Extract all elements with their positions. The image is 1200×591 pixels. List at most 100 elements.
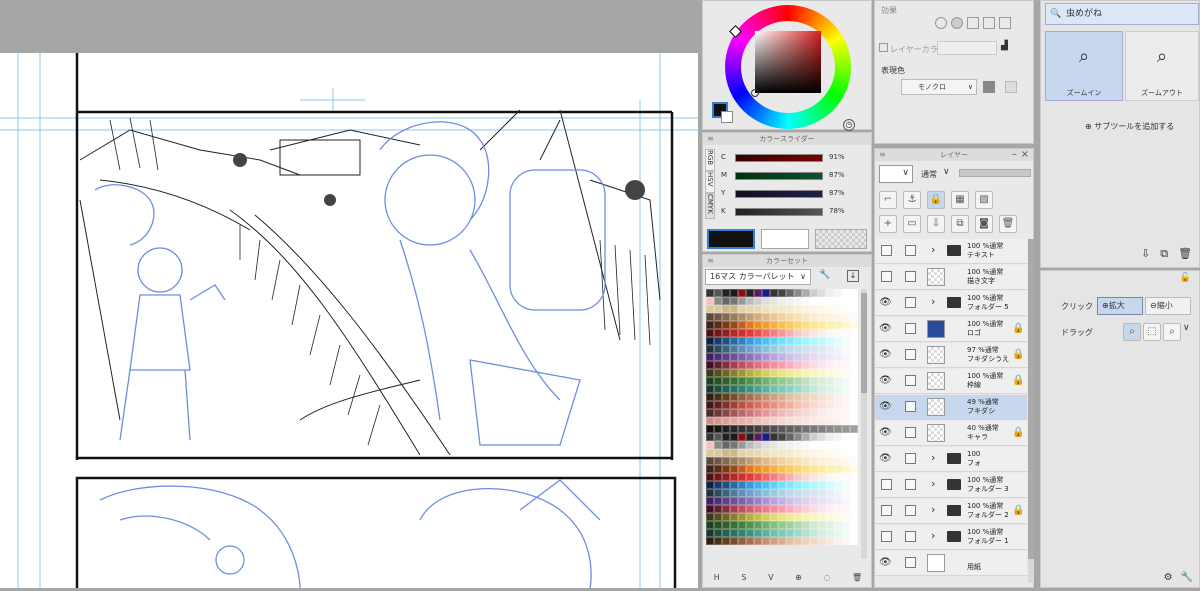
color-swatch[interactable] — [706, 377, 714, 385]
color-swatch[interactable] — [802, 409, 810, 417]
layer-color-checkbox[interactable] — [879, 43, 888, 52]
color-swatch[interactable] — [826, 457, 834, 465]
layer-row[interactable]: › 100 %通常 テキスト — [875, 239, 1027, 264]
color-swatch[interactable] — [794, 513, 802, 521]
color-swatch[interactable] — [842, 361, 850, 369]
color-swatch[interactable] — [794, 417, 802, 425]
history-icon[interactable]: ◷ — [843, 119, 855, 131]
color-swatch[interactable] — [834, 537, 842, 545]
color-swatch[interactable] — [850, 409, 858, 417]
color-swatch[interactable] — [818, 521, 826, 529]
color-swatch[interactable] — [786, 537, 794, 545]
color-swatch[interactable] — [762, 345, 770, 353]
color-swatch[interactable] — [746, 497, 754, 505]
color-swatch[interactable] — [754, 393, 762, 401]
color-swatch[interactable] — [738, 489, 746, 497]
slider-k-value[interactable]: 78% — [829, 207, 845, 215]
paint-bucket-icon[interactable]: ▟ — [1001, 41, 1021, 55]
color-swatch[interactable] — [786, 449, 794, 457]
color-swatch[interactable] — [842, 377, 850, 385]
new-layer-icon[interactable]: + — [879, 215, 897, 233]
color-swatch[interactable] — [786, 401, 794, 409]
color-swatch[interactable] — [770, 313, 778, 321]
color-swatch[interactable] — [850, 377, 858, 385]
visibility-checkbox[interactable] — [881, 531, 892, 542]
color-swatch[interactable] — [850, 473, 858, 481]
slider-y-value[interactable]: 87% — [829, 189, 845, 197]
color-swatch[interactable] — [826, 441, 834, 449]
color-swatch[interactable] — [834, 345, 842, 353]
color-swatch[interactable] — [842, 385, 850, 393]
palette-scrollbar[interactable] — [861, 289, 867, 559]
color-swatch[interactable] — [850, 513, 858, 521]
color-swatch[interactable] — [722, 505, 730, 513]
color-swatch[interactable] — [794, 505, 802, 513]
color-swatch[interactable] — [842, 329, 850, 337]
layer-name[interactable]: キャラ — [967, 433, 988, 442]
color-swatch[interactable] — [842, 401, 850, 409]
color-swatch[interactable] — [786, 337, 794, 345]
color-swatch[interactable] — [706, 457, 714, 465]
color-swatch[interactable] — [762, 369, 770, 377]
s-button[interactable]: S — [741, 573, 746, 582]
color-swatch[interactable] — [810, 505, 818, 513]
color-swatch[interactable] — [842, 289, 850, 297]
color-swatch[interactable] — [818, 329, 826, 337]
color-swatch[interactable] — [746, 537, 754, 545]
color-swatch[interactable] — [706, 473, 714, 481]
color-swatch[interactable] — [706, 481, 714, 489]
color-swatch[interactable] — [778, 497, 786, 505]
color-swatch[interactable] — [826, 321, 834, 329]
color-swatch[interactable] — [778, 417, 786, 425]
color-swatch[interactable] — [818, 425, 826, 433]
color-swatch[interactable] — [778, 441, 786, 449]
color-swatch[interactable] — [850, 521, 858, 529]
color-swatch[interactable] — [730, 417, 738, 425]
color-swatch[interactable] — [802, 289, 810, 297]
color-swatch[interactable] — [738, 505, 746, 513]
layer-name[interactable]: 用紙 — [967, 563, 981, 572]
chevron-down-icon[interactable]: ∨ — [1183, 323, 1190, 341]
color-swatch[interactable] — [754, 409, 762, 417]
color-swatch[interactable] — [770, 401, 778, 409]
color-swatch[interactable] — [714, 521, 722, 529]
color-swatch[interactable] — [778, 505, 786, 513]
color-swatch[interactable] — [754, 425, 762, 433]
color-swatch[interactable] — [778, 521, 786, 529]
color-swatch[interactable] — [722, 489, 730, 497]
color-swatch[interactable] — [810, 377, 818, 385]
color-swatch[interactable] — [810, 489, 818, 497]
lock-icon[interactable]: 🔒 — [1012, 427, 1024, 438]
color-swatch[interactable] — [714, 289, 722, 297]
color-swatch[interactable] — [826, 521, 834, 529]
color-swatch[interactable] — [706, 425, 714, 433]
color-swatch[interactable] — [706, 361, 714, 369]
color-swatch[interactable] — [778, 305, 786, 313]
grid-effect-icon[interactable] — [983, 17, 995, 29]
color-swatch[interactable] — [810, 313, 818, 321]
color-swatch-grid[interactable] — [706, 289, 858, 559]
color-swatch[interactable] — [714, 345, 722, 353]
color-swatch[interactable] — [834, 441, 842, 449]
color-swatch[interactable] — [762, 385, 770, 393]
color-swatch[interactable] — [762, 393, 770, 401]
layer-name[interactable]: 枠線 — [967, 381, 981, 390]
color-swatch[interactable] — [714, 385, 722, 393]
color-swatch[interactable] — [810, 321, 818, 329]
color-swatch[interactable] — [834, 289, 842, 297]
layer-row[interactable]: 👁 › 100 %通常 フォルダー 5 — [875, 291, 1027, 316]
color-swatch[interactable] — [794, 369, 802, 377]
color-swatch[interactable] — [762, 465, 770, 473]
color-swatch[interactable] — [738, 529, 746, 537]
color-swatch[interactable] — [850, 481, 858, 489]
color-swatch[interactable] — [778, 297, 786, 305]
color-swatch[interactable] — [722, 529, 730, 537]
color-swatch[interactable] — [730, 537, 738, 545]
color-swatch[interactable] — [770, 481, 778, 489]
color-swatch[interactable] — [794, 345, 802, 353]
color-swatch[interactable] — [770, 345, 778, 353]
color-swatch[interactable] — [706, 505, 714, 513]
color-swatch[interactable] — [746, 505, 754, 513]
minimize-icon[interactable]: – — [1012, 149, 1017, 160]
color-swatch[interactable] — [754, 369, 762, 377]
